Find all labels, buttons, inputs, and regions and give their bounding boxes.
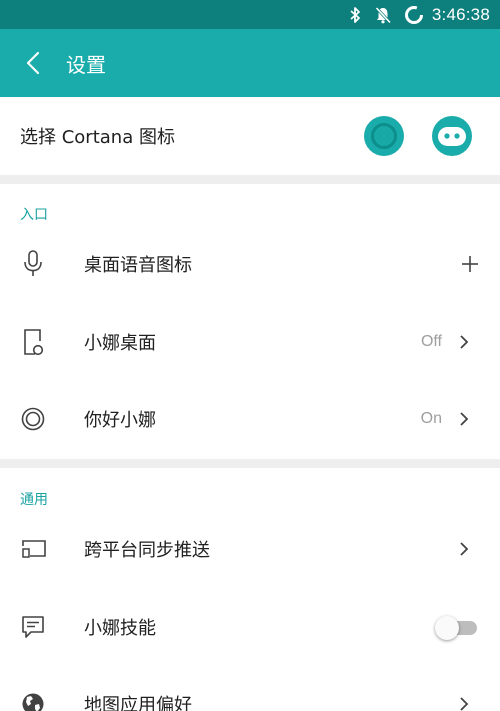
row-label: 小娜桌面 (84, 333, 156, 354)
row-label: 地图应用偏好 (84, 695, 192, 711)
chevron-right-icon (454, 411, 474, 427)
message-icon (22, 616, 44, 638)
cortana-ring-icon (371, 123, 397, 149)
cortana-icon-chooser: 选择 Cortana 图标 (0, 97, 500, 175)
section-divider (0, 459, 500, 468)
section-divider (0, 175, 500, 184)
plus-icon (462, 256, 478, 272)
row-cortana-skills[interactable]: 小娜技能 (0, 589, 500, 665)
chevron-right-icon (454, 334, 474, 350)
notifications-off-icon (374, 6, 392, 24)
cortana-icon-label: 选择 Cortana 图标 (20, 127, 175, 148)
robot-face-icon (438, 127, 466, 146)
row-map-app-preference[interactable]: 地图应用偏好 (0, 666, 500, 711)
chevron-right-icon (454, 696, 474, 711)
row-label: 桌面语音图标 (84, 255, 192, 276)
toggle-thumb (435, 616, 459, 640)
status-bar: 3:46:38 (0, 0, 500, 29)
cortana-ring-option[interactable] (364, 116, 404, 156)
loading-ring-icon (404, 5, 424, 25)
status-time: 3:46:38 (431, 4, 490, 24)
back-arrow-icon (26, 51, 40, 75)
bluetooth-icon (348, 6, 362, 24)
row-label: 你好小娜 (84, 410, 156, 431)
back-button[interactable] (0, 29, 66, 97)
cortana-skills-toggle[interactable] (435, 616, 477, 640)
add-button[interactable] (448, 255, 492, 273)
row-hello-cortana[interactable]: 你好小娜 On (0, 381, 500, 457)
cortana-circle-icon (21, 407, 45, 431)
microphone-icon (24, 250, 42, 276)
phone-cortana-icon (24, 329, 44, 356)
cortana-robot-option[interactable] (432, 116, 472, 156)
row-value: Off (420, 333, 442, 350)
app-bar: 设置 (0, 29, 500, 97)
section-header-entry: 入口 (20, 207, 48, 223)
chevron-right-icon (454, 541, 474, 557)
row-label: 小娜技能 (84, 618, 156, 639)
cast-screen-icon (22, 540, 46, 558)
page-title: 设置 (66, 52, 106, 77)
row-cross-platform-sync[interactable]: 跨平台同步推送 (0, 511, 500, 587)
row-desktop-voice-icon[interactable]: 桌面语音图标 (0, 226, 500, 302)
globe-icon (22, 693, 44, 711)
row-cortana-desktop[interactable]: 小娜桌面 Off (0, 304, 500, 380)
row-value: On (420, 410, 442, 427)
section-header-general: 通用 (20, 492, 48, 508)
row-label: 跨平台同步推送 (84, 540, 210, 561)
